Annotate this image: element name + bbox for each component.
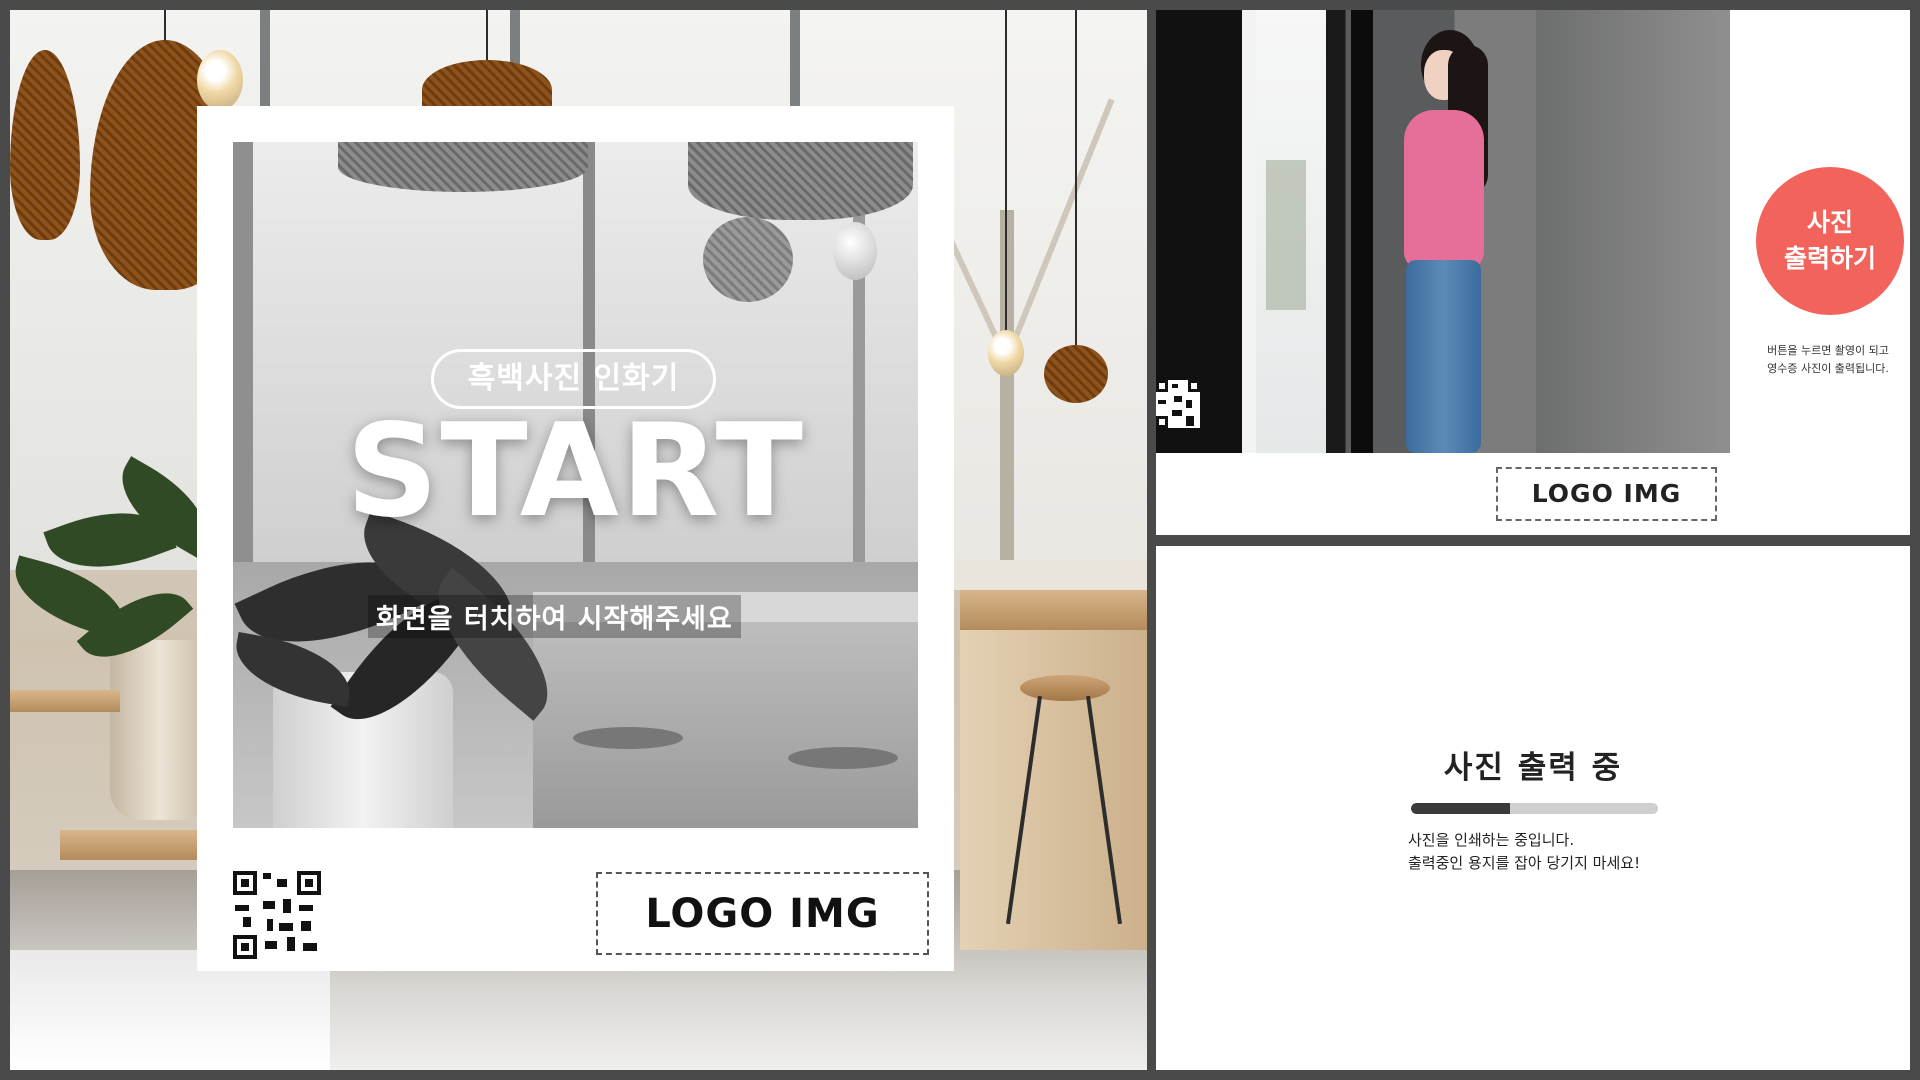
print-button-label-line2: 출력하기 (1783, 244, 1876, 273)
help-line-2: 영수증 사진이 출력됩니다. (1767, 362, 1889, 375)
print-progress-fill (1411, 803, 1510, 814)
help-line-1: 버튼을 누르면 촬영이 되고 (1767, 344, 1889, 357)
printing-title: 사진 출력 중 (1443, 750, 1623, 786)
qr-code-icon (1156, 380, 1200, 428)
printing-message-line1: 사진을 인쇄하는 중입니다. (1408, 831, 1575, 849)
printing-message-line2: 출력중인 용지를 잡아 당기지 마세요! (1408, 854, 1641, 872)
touch-instruction: 화면을 터치하여 시작해주세요 (368, 595, 741, 638)
print-progress-bar (1411, 803, 1658, 814)
printing-message: 사진을 인쇄하는 중입니다. 출력중인 용지를 잡아 당기지 마세요! (1408, 829, 1728, 875)
print-photo-button[interactable]: 사진 출력하기 (1756, 167, 1904, 315)
camera-preview (1156, 10, 1730, 453)
bw-cafe-photo: 흑백사진 인화기 START 화면을 터치하여 시작해주세요 (233, 142, 918, 828)
start-headline[interactable]: START (233, 407, 918, 537)
print-help-text: 버튼을 누르면 촬영이 되고 영수증 사진이 출력됩니다. (1746, 342, 1910, 378)
printing-screen: 사진 출력 중 사진을 인쇄하는 중입니다. 출력중인 용지를 잡아 당기지 마… (1156, 546, 1910, 1070)
logo-placeholder: LOGO IMG (596, 872, 929, 955)
start-screen[interactable]: 흑백사진 인화기 START 화면을 터치하여 시작해주세요 LOGO IMG (10, 10, 1147, 1070)
print-button-label-line1: 사진 (1806, 208, 1853, 237)
person-figure (1376, 30, 1516, 453)
capture-screen: LOGO IMG 사진 출력하기 버튼을 누르면 촬영이 되고 영수증 사진이 … (1156, 10, 1910, 535)
qr-code-icon (233, 871, 321, 959)
start-card[interactable]: 흑백사진 인화기 START 화면을 터치하여 시작해주세요 LOGO IMG (197, 106, 954, 971)
logo-placeholder: LOGO IMG (1496, 467, 1717, 521)
